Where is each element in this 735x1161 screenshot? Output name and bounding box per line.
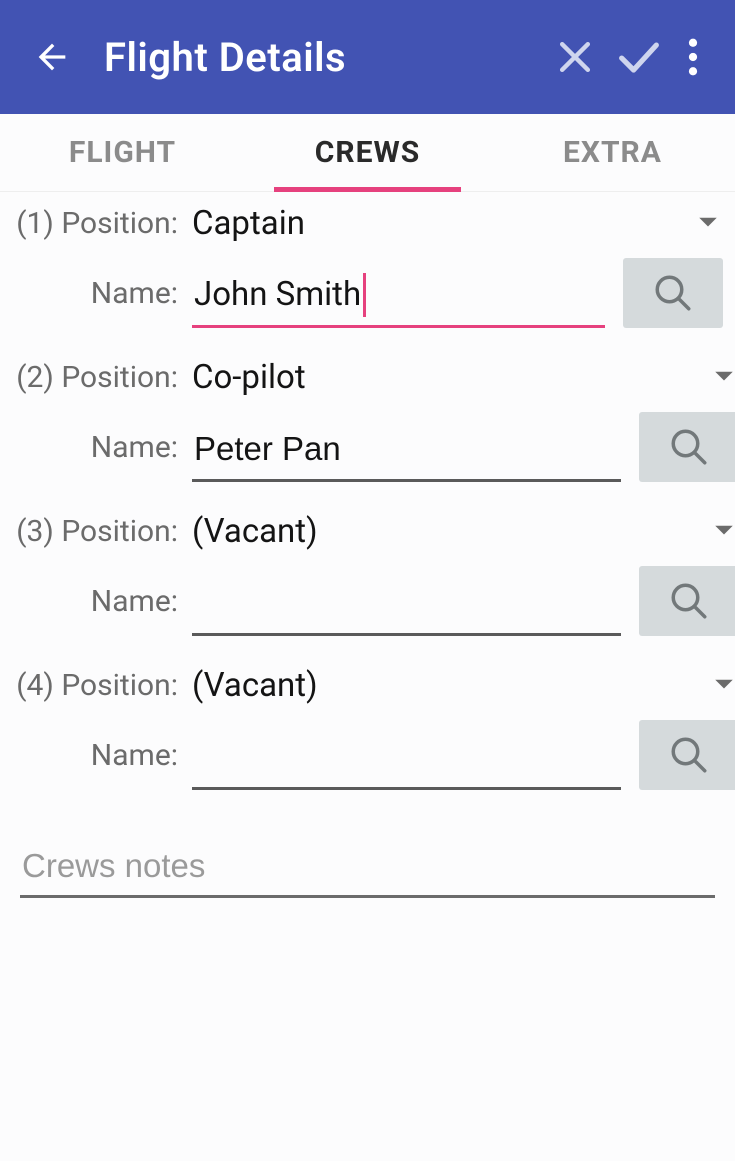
tab-extra[interactable]: EXTRA <box>490 114 735 191</box>
chevron-down-icon <box>713 370 735 384</box>
position-label: (4) Position: <box>12 668 184 703</box>
name-value: John Smith <box>194 275 361 314</box>
chevron-down-icon <box>713 524 735 538</box>
appbar: Flight Details <box>0 0 735 114</box>
crew-row: (1) Position: Captain Name: John Smith <box>12 196 723 328</box>
name-search-button[interactable] <box>639 566 735 636</box>
name-label: Name: <box>12 584 184 619</box>
name-input[interactable]: John Smith <box>192 268 605 328</box>
name-label: Name: <box>12 276 184 311</box>
name-input[interactable] <box>192 576 621 636</box>
search-icon <box>652 272 694 314</box>
position-label: (2) Position: <box>12 360 184 395</box>
position-select[interactable]: (Vacant) <box>192 504 709 558</box>
name-search-button[interactable] <box>623 258 723 328</box>
name-search-button[interactable] <box>639 412 735 482</box>
crew-row: (2) Position: Co-pilot Name: <box>12 350 723 482</box>
text-caret <box>363 273 366 317</box>
close-icon <box>553 35 597 79</box>
confirm-button[interactable] <box>607 25 671 89</box>
search-icon <box>668 734 710 776</box>
tab-bar: FLIGHT CREWS EXTRA <box>0 114 735 192</box>
search-icon <box>668 426 710 468</box>
position-label: (3) Position: <box>12 514 184 549</box>
name-input[interactable] <box>192 422 621 482</box>
chevron-down-icon <box>697 216 719 230</box>
name-label: Name: <box>12 430 184 465</box>
chevron-down-icon <box>713 678 735 692</box>
overflow-menu-button[interactable] <box>671 25 715 89</box>
crew-row: (4) Position: (Vacant) Name: <box>12 658 723 790</box>
position-select[interactable]: (Vacant) <box>192 658 709 712</box>
crews-form: (1) Position: Captain Name: John Smith (… <box>0 192 735 908</box>
position-dropdown-caret[interactable] <box>709 524 735 538</box>
position-select[interactable]: Co-pilot <box>192 350 709 404</box>
position-dropdown-caret[interactable] <box>693 216 723 230</box>
more-vert-icon <box>688 38 698 76</box>
name-label: Name: <box>12 738 184 773</box>
back-button[interactable] <box>20 25 84 89</box>
position-dropdown-caret[interactable] <box>709 678 735 692</box>
check-icon <box>613 31 665 83</box>
tab-crews[interactable]: CREWS <box>245 114 490 191</box>
name-input[interactable] <box>192 730 621 790</box>
position-label: (1) Position: <box>12 206 184 241</box>
cancel-button[interactable] <box>543 25 607 89</box>
crews-notes-input[interactable] <box>20 842 715 898</box>
crew-row: (3) Position: (Vacant) Name: <box>12 504 723 636</box>
arrow-left-icon <box>32 37 72 77</box>
position-dropdown-caret[interactable] <box>709 370 735 384</box>
search-icon <box>668 580 710 622</box>
name-search-button[interactable] <box>639 720 735 790</box>
page-title: Flight Details <box>104 34 543 81</box>
tab-flight[interactable]: FLIGHT <box>0 114 245 191</box>
position-select[interactable]: Captain <box>192 196 693 250</box>
